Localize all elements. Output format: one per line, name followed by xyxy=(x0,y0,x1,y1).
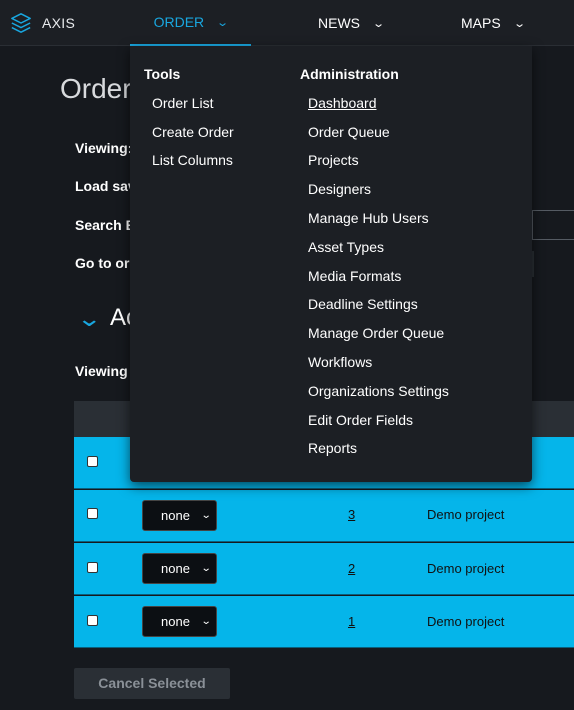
table-row: none ⌄ 1 Demo project xyxy=(74,596,574,648)
project-name: Demo project xyxy=(427,561,505,576)
status-select[interactable]: none ⌄ xyxy=(142,553,217,584)
nav-maps-menu[interactable]: MAPS ⌄ xyxy=(461,0,526,46)
load-saved-label: Load sav xyxy=(75,178,136,194)
nav-news-label: NEWS xyxy=(318,15,360,31)
tools-heading: Tools xyxy=(144,66,181,82)
chevron-down-icon: ⌄ xyxy=(200,563,212,574)
menu-item-designers[interactable]: Designers xyxy=(308,181,371,197)
nav-order-label: ORDER xyxy=(153,14,205,30)
search-input[interactable] xyxy=(532,210,574,240)
project-name: Demo project xyxy=(427,614,505,629)
viewing-label: Viewing: xyxy=(75,140,133,156)
chevron-down-icon: ⌄ xyxy=(512,17,526,30)
menu-item-projects[interactable]: Projects xyxy=(308,152,359,168)
order-number-link[interactable]: 1 xyxy=(348,614,355,629)
nav-maps-label: MAPS xyxy=(461,15,501,31)
layers-icon xyxy=(11,13,31,33)
menu-item-reports[interactable]: Reports xyxy=(308,440,357,456)
nav-news-menu[interactable]: NEWS ⌄ xyxy=(318,0,386,46)
status-select[interactable]: none ⌄ xyxy=(142,606,217,637)
cancel-selected-button[interactable]: Cancel Selected xyxy=(74,668,230,699)
page-title: Order xyxy=(60,73,132,104)
menu-item-deadline-settings[interactable]: Deadline Settings xyxy=(308,296,418,312)
status-select[interactable]: none ⌄ xyxy=(142,500,217,531)
chevron-down-icon: ⌄ xyxy=(200,616,212,627)
row-checkbox[interactable] xyxy=(87,615,98,626)
menu-item-order-queue[interactable]: Order Queue xyxy=(308,124,390,140)
administration-heading: Administration xyxy=(300,66,399,82)
menu-item-dashboard[interactable]: Dashboard xyxy=(308,95,377,111)
go-to-order-label: Go to ord xyxy=(75,255,138,271)
menu-item-media-formats[interactable]: Media Formats xyxy=(308,268,401,284)
table-row: none ⌄ 2 Demo project xyxy=(74,543,574,595)
app-name: AXIS xyxy=(42,15,76,31)
table-row: none ⌄ 3 Demo project xyxy=(74,490,574,542)
nav-order-menu[interactable]: ORDER ⌄ xyxy=(130,0,251,46)
order-dropdown-menu: Tools Order List Create Order List Colum… xyxy=(130,46,532,482)
row-checkbox[interactable] xyxy=(87,562,98,573)
menu-item-edit-order-fields[interactable]: Edit Order Fields xyxy=(308,412,413,428)
menu-item-manage-hub-users[interactable]: Manage Hub Users xyxy=(308,210,429,226)
order-number-link[interactable]: 2 xyxy=(348,561,355,576)
row-checkbox[interactable] xyxy=(87,456,98,467)
row-checkbox[interactable] xyxy=(87,508,98,519)
status-select-value: none xyxy=(161,561,190,576)
chevron-down-icon: ⌄ xyxy=(216,16,230,29)
menu-item-create-order[interactable]: Create Order xyxy=(152,124,234,140)
search-by-label: Search B xyxy=(75,217,136,233)
menu-item-list-columns[interactable]: List Columns xyxy=(152,152,233,168)
menu-item-organizations-settings[interactable]: Organizations Settings xyxy=(308,383,449,399)
chevron-down-icon[interactable]: ⌄ xyxy=(76,306,102,332)
viewing-count-label: Viewing xyxy=(75,363,128,379)
menu-item-order-list[interactable]: Order List xyxy=(152,95,213,111)
menu-item-asset-types[interactable]: Asset Types xyxy=(308,239,384,255)
order-number-link[interactable]: 3 xyxy=(348,507,355,522)
project-name: Demo project xyxy=(427,507,505,522)
menu-item-workflows[interactable]: Workflows xyxy=(308,354,372,370)
chevron-down-icon: ⌄ xyxy=(372,17,386,30)
chevron-down-icon: ⌄ xyxy=(200,510,212,521)
app-logo[interactable]: AXIS xyxy=(10,12,75,34)
status-select-value: none xyxy=(161,508,190,523)
top-navigation-bar: AXIS ORDER ⌄ NEWS ⌄ MAPS ⌄ xyxy=(0,0,574,46)
status-select-value: none xyxy=(161,614,190,629)
menu-item-manage-order-queue[interactable]: Manage Order Queue xyxy=(308,325,444,341)
